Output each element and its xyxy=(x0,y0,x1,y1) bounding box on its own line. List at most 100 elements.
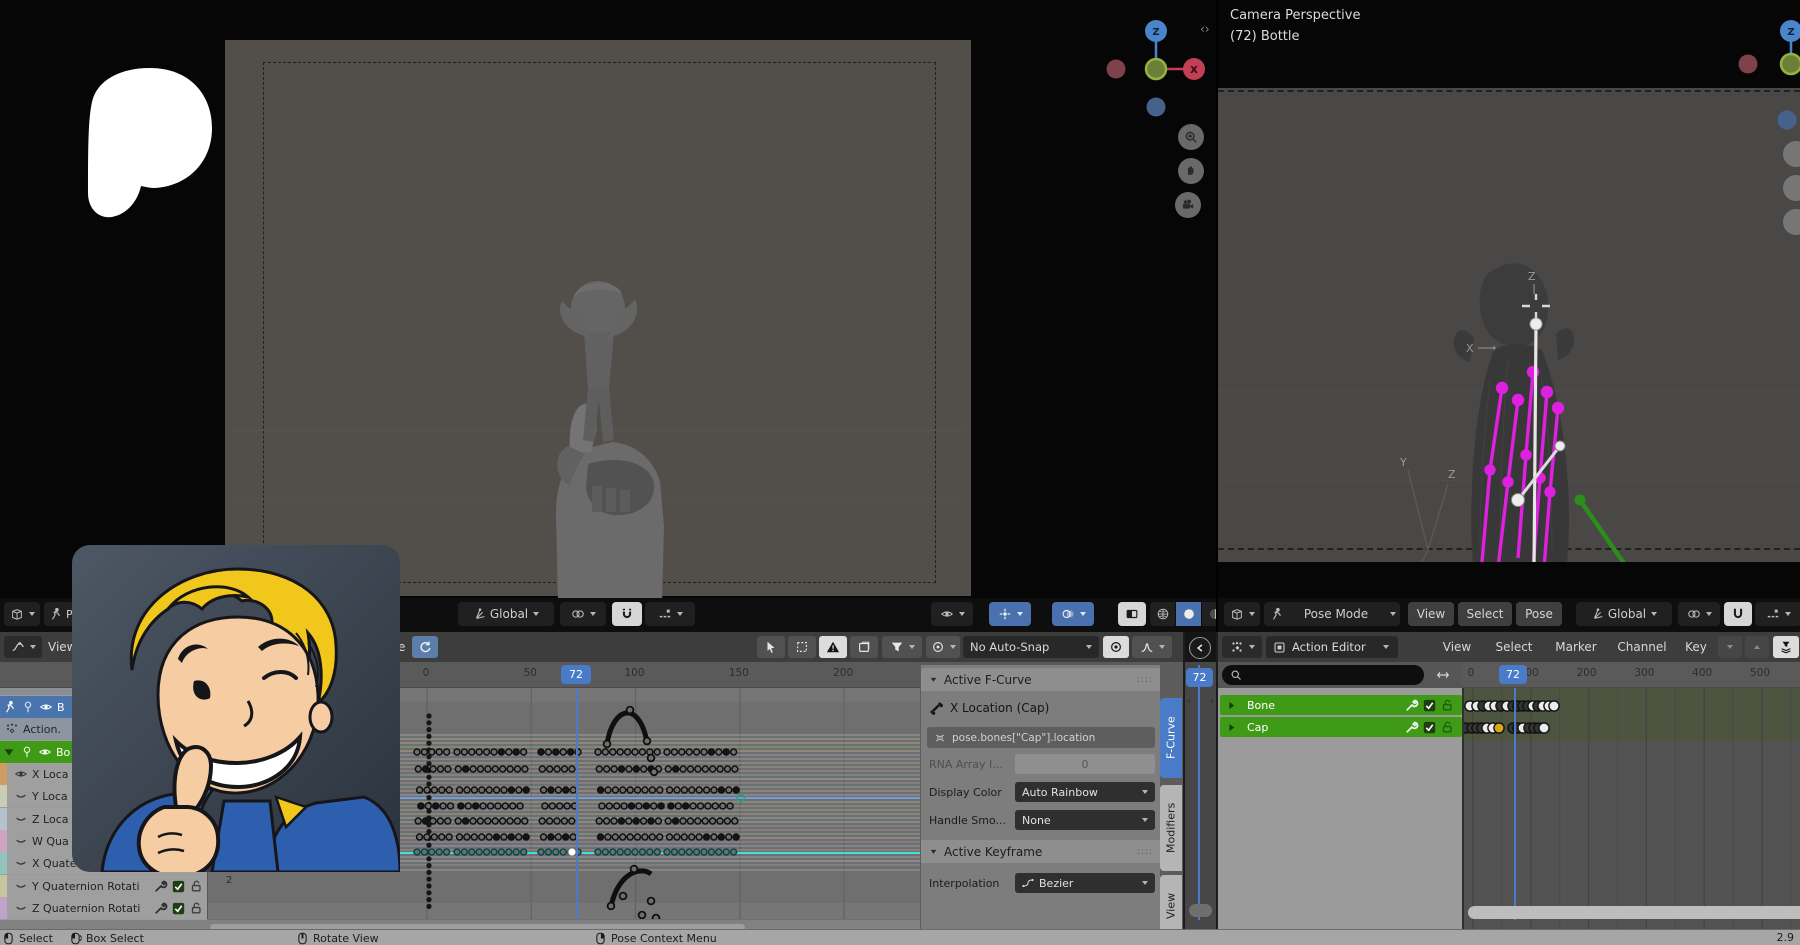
lock-open-icon[interactable] xyxy=(1440,720,1454,734)
sidebar-tab-modifiers[interactable]: Modifiers xyxy=(1160,785,1182,871)
action-menu-channel[interactable]: Channel xyxy=(1610,632,1674,662)
expand-triangle-icon[interactable] xyxy=(2,745,16,759)
layer-down-button[interactable] xyxy=(1718,636,1742,658)
menu-view[interactable]: View xyxy=(1408,602,1454,626)
action-menu-view[interactable]: View xyxy=(1432,632,1482,662)
action-editor-mode-dropdown[interactable]: Action Editor xyxy=(1266,636,1398,658)
editor-type-button[interactable] xyxy=(4,602,40,626)
mute-checkbox[interactable] xyxy=(172,880,185,893)
camera-view-button[interactable] xyxy=(1175,192,1201,218)
sidebar-tab-f-curve[interactable]: F-Curve xyxy=(1160,698,1182,778)
mute-checkbox[interactable] xyxy=(172,902,185,915)
mute-checkbox[interactable] xyxy=(1423,721,1436,734)
show-overlays-button[interactable] xyxy=(1052,602,1094,626)
pivot-center-button[interactable] xyxy=(1103,636,1129,658)
panel-header-active-keyframe[interactable]: Active Keyframe :::: xyxy=(921,840,1161,863)
handle-smoothing-dropdown[interactable]: None xyxy=(1015,810,1155,830)
graph-channel-row[interactable]: Y Quaternion Rotati xyxy=(0,875,207,897)
eye-closed-icon[interactable] xyxy=(14,856,28,870)
menu-pose[interactable]: Pose xyxy=(1516,602,1562,626)
action-menu-marker[interactable]: Marker xyxy=(1546,632,1606,662)
pan-view-button[interactable] xyxy=(1178,158,1204,184)
graph-channel-row[interactable]: Z Quaternion Rotati xyxy=(0,897,207,919)
display-color-dropdown[interactable]: Auto Rainbow xyxy=(1015,782,1155,802)
action-menu-key[interactable]: Key xyxy=(1676,632,1716,662)
action-channel-row[interactable]: Bone xyxy=(1220,695,1462,715)
bottle-mesh-and-bones[interactable]: Z X Y Z X xyxy=(1390,250,1800,580)
pin-icon[interactable] xyxy=(20,745,34,759)
layer-up-button[interactable] xyxy=(1745,636,1769,658)
menu-select[interactable]: Select xyxy=(1458,602,1512,626)
eye-closed-icon[interactable] xyxy=(14,879,28,893)
transform-orientation-right[interactable]: Global xyxy=(1576,602,1672,626)
lock-open-icon[interactable] xyxy=(189,901,203,915)
eye-closed-icon[interactable] xyxy=(14,789,28,803)
channel-search-field[interactable] xyxy=(1222,665,1424,685)
current-frame-badge-graph[interactable]: 72 xyxy=(561,665,591,684)
viewport-right[interactable]: Camera Perspective (72) Bottle xyxy=(1218,0,1800,632)
modifier-wrench-icon[interactable] xyxy=(154,901,168,915)
snap-toggle-right[interactable] xyxy=(1724,602,1752,626)
transform-orientation-left[interactable]: Global xyxy=(458,602,554,626)
mute-checkbox[interactable] xyxy=(1423,699,1436,712)
current-frame-badge-action[interactable]: 72 xyxy=(1499,665,1527,684)
shading-wireframe-button[interactable] xyxy=(1150,602,1175,626)
panel-expand-triangle[interactable] xyxy=(929,675,938,684)
snap-toggle-left[interactable] xyxy=(612,602,642,626)
tweak-tool-button[interactable] xyxy=(757,636,785,658)
box-select-tool-button[interactable] xyxy=(788,636,816,658)
editor-type-graph-button[interactable] xyxy=(4,636,42,658)
eye-closed-icon[interactable] xyxy=(14,812,28,826)
xray-toggle-button[interactable] xyxy=(1118,602,1146,626)
modifier-wrench-icon[interactable] xyxy=(154,879,168,893)
show-errors-button[interactable] xyxy=(819,636,847,658)
snap-target-right[interactable] xyxy=(1755,602,1800,626)
shading-solid-button[interactable] xyxy=(1176,602,1201,626)
filter-popover-button[interactable] xyxy=(1773,636,1799,658)
normalize-auto-button[interactable] xyxy=(412,636,438,658)
panel-expand-triangle[interactable] xyxy=(929,847,938,856)
shading-material-button[interactable] xyxy=(1202,602,1216,626)
panel-header-active-fcurve[interactable]: Active F-Curve :::: xyxy=(921,668,1161,691)
ghost-curves-button[interactable] xyxy=(1132,636,1172,658)
editor-type-dopesheet-button[interactable] xyxy=(1222,636,1262,658)
zoom-in-button[interactable] xyxy=(1178,124,1204,150)
region-corner-widget[interactable]: ‹› xyxy=(1200,22,1210,36)
lock-open-icon[interactable] xyxy=(189,879,203,893)
show-gizmo-button[interactable] xyxy=(989,602,1031,626)
modifier-wrench-icon[interactable] xyxy=(1405,720,1419,734)
snap-target-left[interactable] xyxy=(645,602,695,626)
action-hscroll-handle[interactable] xyxy=(1468,906,1800,919)
nav-gizmo-right[interactable]: Z xyxy=(1734,12,1800,242)
rna-array-value-field[interactable]: 0 xyxy=(1015,754,1155,774)
sidebar-tab-view[interactable]: View xyxy=(1160,875,1182,937)
pivot-point-right[interactable] xyxy=(1678,602,1720,626)
action-keys-region[interactable] xyxy=(1462,688,1800,935)
auto-snap-dropdown[interactable]: No Auto-Snap xyxy=(963,636,1099,658)
interpolation-dropdown[interactable]: Bezier xyxy=(1015,873,1155,893)
eye-icon[interactable] xyxy=(14,767,28,781)
modifier-wrench-icon[interactable] xyxy=(1405,698,1419,712)
panel-grip-dots[interactable]: :::: xyxy=(1137,847,1153,857)
editor-type-button[interactable] xyxy=(1224,602,1260,626)
strip-scroll-nub[interactable] xyxy=(1189,904,1212,917)
current-frame-badge-strip[interactable]: 72 xyxy=(1186,668,1213,687)
filter-button[interactable] xyxy=(882,636,922,658)
proportional-edit-button[interactable] xyxy=(926,636,960,658)
collapsed-strip[interactable]: 72 ‹› xyxy=(1183,632,1218,935)
lock-open-icon[interactable] xyxy=(1440,698,1454,712)
expand-triangle-icon[interactable] xyxy=(1226,722,1237,733)
expand-arrows-button[interactable] xyxy=(1430,665,1456,685)
show-visibility-button[interactable] xyxy=(931,602,973,626)
eye-closed-icon[interactable] xyxy=(14,901,28,915)
action-menu-select[interactable]: Select xyxy=(1486,632,1542,662)
eye-icon[interactable] xyxy=(39,700,53,714)
figurine-on-hand-mesh[interactable] xyxy=(492,268,722,604)
panel-grip-dots[interactable]: :::: xyxy=(1137,675,1153,685)
action-channel-row[interactable]: Cap xyxy=(1220,717,1462,737)
pivot-point-left[interactable] xyxy=(560,602,606,626)
expand-region-button[interactable] xyxy=(1189,637,1211,659)
eye-closed-icon[interactable] xyxy=(14,834,28,848)
mode-selector-right[interactable]: Pose Mode xyxy=(1264,602,1400,626)
frame-region-button[interactable] xyxy=(850,636,878,658)
